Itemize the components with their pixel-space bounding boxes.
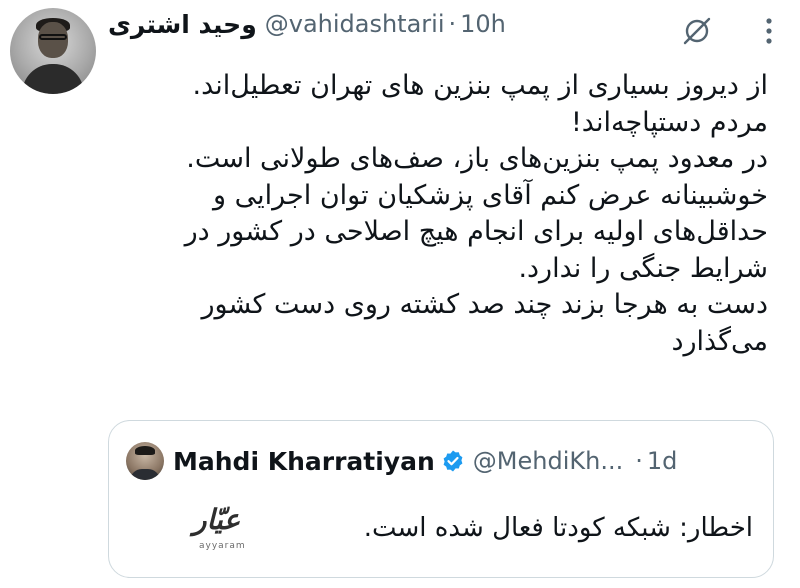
- ayyaram-logo: عیّار ayyaram: [185, 501, 261, 553]
- verified-badge-icon: [443, 450, 463, 472]
- tweet-body: از دیروز بسیاری از پمپ بنزین های تهران ت…: [148, 68, 768, 360]
- logo-latin-caption: ayyaram: [199, 541, 246, 551]
- separator-dot: ·: [635, 447, 643, 475]
- tweet-line: مردم دستپاچه‌اند!: [570, 106, 768, 138]
- tweet-line: می‌گذارد: [671, 325, 768, 357]
- tweet-line: از دیروز بسیاری از پمپ بنزین های تهران ت…: [192, 70, 768, 101]
- separator-dot: ·: [448, 10, 457, 38]
- avatar-shoulders: [130, 469, 160, 480]
- tweet-line: شرایط جنگی را ندارد.: [518, 252, 768, 284]
- quoted-author-avatar[interactable]: [126, 442, 164, 480]
- quoted-tweet-timestamp[interactable]: 1d: [647, 447, 678, 475]
- author-avatar[interactable]: [10, 8, 96, 94]
- tweet-timestamp[interactable]: 10h: [460, 10, 506, 38]
- tweet-header: وحید اشتری @vahidashtarii · 10h: [108, 4, 506, 44]
- avatar-hair: [135, 446, 155, 455]
- quoted-tweet-card[interactable]: Mahdi Kharratiyan @MehdiKh... · 1d عیّار…: [108, 420, 774, 578]
- quoted-tweet-text: اخطار: شبکه کودتا فعال شده است.: [363, 513, 753, 543]
- quoted-author-handle[interactable]: @MehdiKh...: [473, 447, 623, 475]
- quoted-tweet-header: Mahdi Kharratiyan @MehdiKh... · 1d: [173, 441, 677, 481]
- grok-icon[interactable]: [680, 14, 714, 48]
- avatar-shoulders: [22, 64, 84, 94]
- tweet-line: دست به هرجا بزند چند صد کشته روی دست کشو…: [201, 289, 768, 320]
- author-display-name[interactable]: وحید اشتری: [108, 10, 257, 39]
- avatar-face: [38, 22, 68, 58]
- tweet-line: حداقل‌های اولیه برای انجام هیچ اصلاحی در…: [184, 216, 768, 247]
- logo-wordmark: عیّار: [193, 503, 241, 536]
- tweet-line: در معدود پمپ بنزین‌های باز، صف‌های طولان…: [186, 143, 768, 174]
- more-vertical-icon[interactable]: [752, 14, 786, 48]
- quoted-author-display-name[interactable]: Mahdi Kharratiyan: [173, 447, 435, 476]
- tweet-line: خوشبینانه عرض کنم آقای پزشکیان توان اجرا…: [213, 179, 768, 211]
- avatar-glasses: [39, 34, 67, 40]
- author-handle[interactable]: @vahidashtarii: [265, 10, 445, 38]
